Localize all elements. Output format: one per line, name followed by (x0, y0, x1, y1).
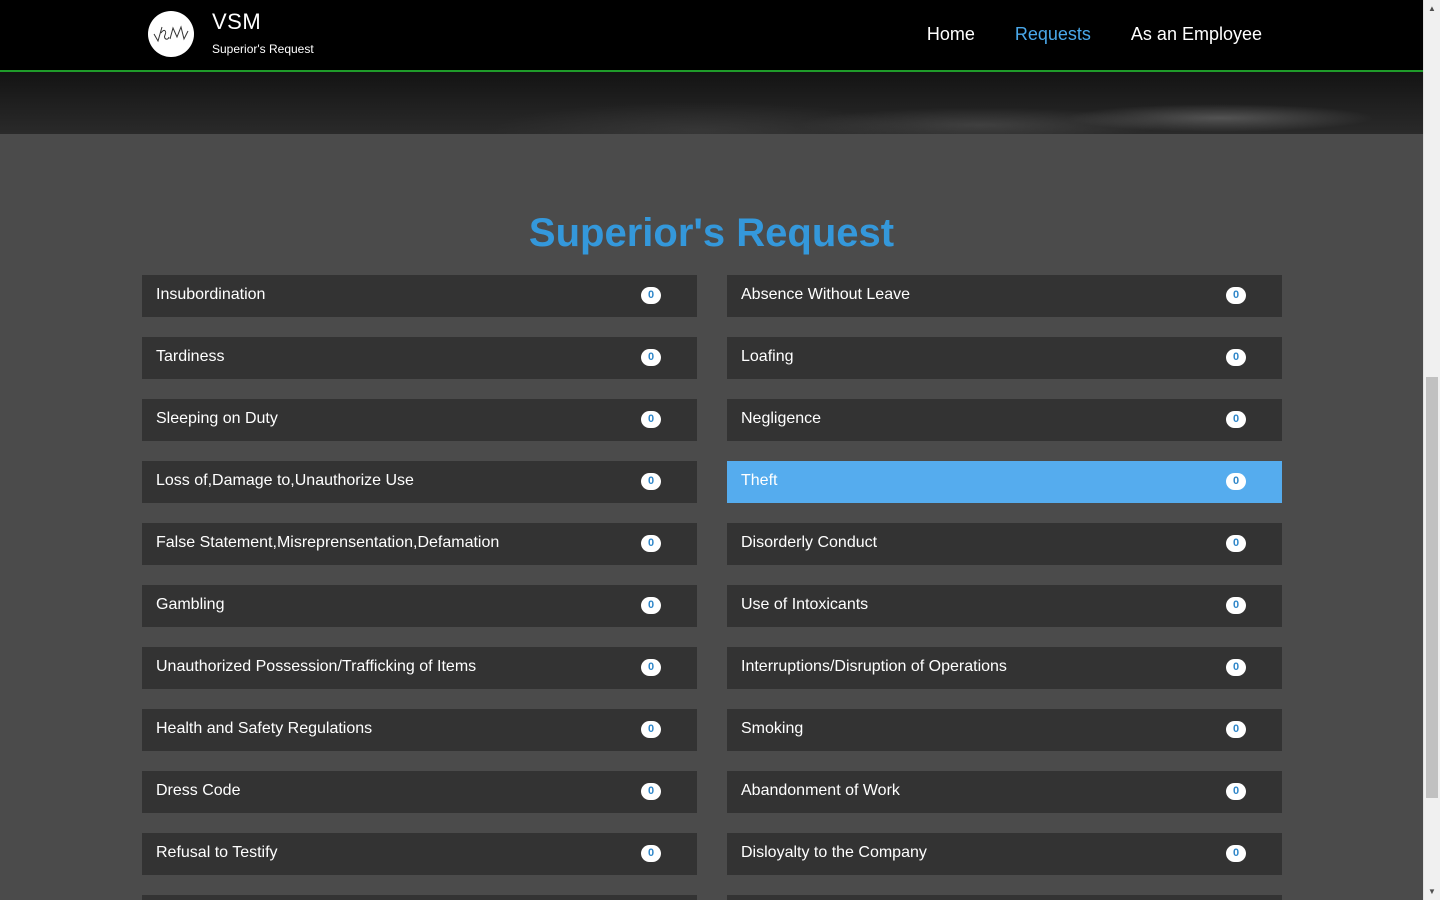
request-item-label: Smoking (741, 720, 804, 737)
count-badge: 0 (641, 349, 661, 366)
request-item-use-of-intoxicants[interactable]: Use of Intoxicants 0 (727, 585, 1282, 627)
request-item-label: Loss of,Damage to,Unauthorize Use (156, 472, 414, 489)
request-item-loss-damage-unauthorize-use[interactable]: Loss of,Damage to,Unauthorize Use 0 (142, 461, 697, 503)
request-item-label: Abandonment of Work (741, 782, 900, 799)
scroll-up-arrow-icon[interactable]: ▲ (1424, 0, 1440, 17)
request-item-unauthorized-possession[interactable]: Unauthorized Possession/Trafficking of I… (142, 647, 697, 689)
count-badge: 0 (641, 783, 661, 800)
request-item-gambling[interactable]: Gambling 0 (142, 585, 697, 627)
request-item-negligence[interactable]: Negligence 0 (727, 399, 1282, 441)
page-title: Superior's Request (528, 211, 895, 255)
request-item-abandonment-of-work[interactable]: Abandonment of Work 0 (727, 771, 1282, 813)
nav-links: Home Requests As an Employee (927, 24, 1262, 45)
request-item-interruptions-disruption[interactable]: Interruptions/Disruption of Operations 0 (727, 647, 1282, 689)
request-item-partial[interactable] (142, 895, 697, 900)
count-badge: 0 (641, 721, 661, 738)
request-item-label: Insubordination (156, 286, 266, 303)
nav-link-requests[interactable]: Requests (1015, 24, 1091, 45)
request-item-disloyalty-to-company[interactable]: Disloyalty to the Company 0 (727, 833, 1282, 875)
count-badge: 0 (1226, 845, 1246, 862)
request-item-label: Refusal to Testify (156, 844, 278, 861)
request-item-partial[interactable] (727, 895, 1282, 900)
count-badge: 0 (641, 473, 661, 490)
navbar: VSM Superior's Request Home Requests As … (0, 0, 1423, 72)
count-badge: 0 (1226, 597, 1246, 614)
count-badge: 0 (1226, 473, 1246, 490)
request-item-theft[interactable]: Theft 0 (727, 461, 1282, 503)
count-badge: 0 (1226, 721, 1246, 738)
count-badge: 0 (641, 659, 661, 676)
brand-subtitle: Superior's Request (212, 42, 314, 56)
count-badge: 0 (1226, 287, 1246, 304)
request-item-dress-code[interactable]: Dress Code 0 (142, 771, 697, 813)
brand-title[interactable]: VSM (212, 9, 261, 35)
count-badge: 0 (1226, 659, 1246, 676)
request-item-label: Disloyalty to the Company (741, 844, 927, 861)
request-item-label: Absence Without Leave (741, 286, 910, 303)
request-item-label: False Statement,Misreprensentation,Defam… (156, 534, 500, 551)
request-item-health-and-safety[interactable]: Health and Safety Regulations 0 (142, 709, 697, 751)
vsm-logo-icon[interactable] (148, 11, 194, 57)
request-item-sleeping-on-duty[interactable]: Sleeping on Duty 0 (142, 399, 697, 441)
request-item-label: Loafing (741, 348, 794, 365)
request-item-label: Use of Intoxicants (741, 596, 869, 613)
count-badge: 0 (1226, 783, 1246, 800)
count-badge: 0 (641, 535, 661, 552)
request-item-refusal-to-testify[interactable]: Refusal to Testify 0 (142, 833, 697, 875)
nav-link-home[interactable]: Home (927, 24, 975, 45)
count-badge: 0 (641, 597, 661, 614)
request-item-label: Disorderly Conduct (741, 534, 878, 551)
request-item-absence-without-leave[interactable]: Absence Without Leave 0 (727, 275, 1282, 317)
request-item-label: Tardiness (156, 348, 225, 365)
request-item-label: Health and Safety Regulations (156, 720, 373, 737)
count-badge: 0 (641, 845, 661, 862)
nav-link-as-an-employee[interactable]: As an Employee (1131, 24, 1262, 45)
scroll-thumb[interactable] (1426, 377, 1438, 798)
request-item-label: Unauthorized Possession/Trafficking of I… (156, 658, 477, 675)
count-badge: 0 (1226, 349, 1246, 366)
request-category-grid: Insubordination 0 Absence Without Leave … (142, 275, 1282, 875)
request-item-label: Theft (741, 472, 778, 489)
request-item-false-statement[interactable]: False Statement,Misreprensentation,Defam… (142, 523, 697, 565)
request-item-label: Sleeping on Duty (156, 410, 278, 427)
request-item-label: Negligence (741, 410, 822, 427)
request-item-label: Dress Code (156, 782, 241, 799)
request-item-tardiness[interactable]: Tardiness 0 (142, 337, 697, 379)
count-badge: 0 (1226, 411, 1246, 428)
request-item-disorderly-conduct[interactable]: Disorderly Conduct 0 (727, 523, 1282, 565)
request-item-insubordination[interactable]: Insubordination 0 (142, 275, 697, 317)
request-item-label: Gambling (156, 596, 225, 613)
count-badge: 0 (1226, 535, 1246, 552)
request-item-label: Interruptions/Disruption of Operations (741, 658, 1007, 675)
count-badge: 0 (641, 411, 661, 428)
page-scrollbar[interactable]: ▲ ▼ (1423, 0, 1440, 900)
scroll-down-arrow-icon[interactable]: ▼ (1424, 883, 1440, 900)
request-item-loafing[interactable]: Loafing 0 (727, 337, 1282, 379)
count-badge: 0 (641, 287, 661, 304)
request-item-smoking[interactable]: Smoking 0 (727, 709, 1282, 751)
